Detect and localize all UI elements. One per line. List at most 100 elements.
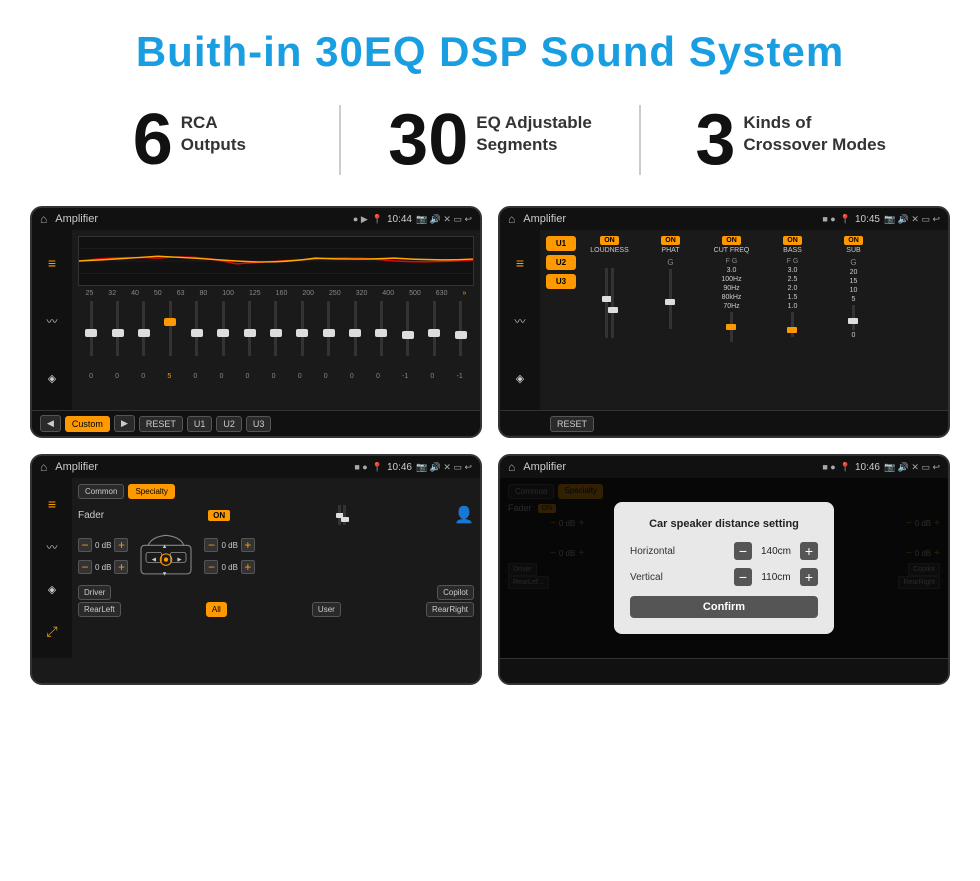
eq-values: 0 0 0 5 0 0 0 0 0 0 0 0 -1 0 -1 [78,373,474,380]
cutfreq-slider [730,312,733,342]
freq-25: 25 [86,290,94,297]
slider-thumb-3 [164,318,176,326]
front-left-ctrl: − 0 dB + [78,538,128,552]
fader-tabs: Common Specialty [78,484,474,499]
channel-cutfreq-label: CUT FREQ [714,247,750,254]
channel-loudness-toggle: ON [600,236,619,245]
rear-right-button[interactable]: RearRight [426,602,474,617]
sub-val4: 5 [852,296,856,303]
bass-f-label: F [787,258,791,265]
crossover-location-icon: 📍 [840,214,851,225]
front-right-plus[interactable]: + [241,538,255,552]
car-body-diagram: ▲ ▼ ◀ ▶ [136,531,196,581]
channel-sub: ON SUB G 20 15 10 5 0 [826,236,881,404]
preset-u3[interactable]: U3 [546,274,576,289]
slider-track-7 [274,301,277,356]
eq-val-4: 0 [193,373,197,380]
slider-thumb-5 [217,329,229,337]
driver-button[interactable]: Driver [78,585,111,600]
tab-common[interactable]: Common [78,484,124,499]
stat-crossover-number: 3 [695,104,735,176]
slider-track-12 [406,301,409,356]
eq-status-icons: 📷 🔊 ✕ ▭ ↩ [416,214,472,225]
fader-label-text: Fader [78,510,104,521]
slider-thumb-9 [323,329,335,337]
all-button[interactable]: All [206,602,227,617]
slider-thumb-0 [85,329,97,337]
crossover-channels: ON LOUDNESS [582,236,942,404]
rear-left-ctrl: − 0 dB + [78,560,128,574]
loudness-thumb-1 [602,296,612,302]
eq-graph [78,236,474,286]
dialog-horizontal-row: Horizontal − 140cm + [630,542,818,560]
bass-labels: F G [787,258,799,265]
bass-thumb [787,327,797,333]
fader-sidebar: ≡ 〰 ◈ ⤢ [32,478,72,658]
eq-reset-button[interactable]: RESET [139,416,183,432]
front-right-minus[interactable]: − [204,538,218,552]
slider-thumb-7 [270,329,282,337]
eq-location-icon: 📍 [372,214,383,225]
distance-status-bar: ⌂ Amplifier ■ ● 📍 10:46 📷 🔊 ✕ ▭ ↩ [500,456,948,478]
loudness-slider-2 [611,268,614,338]
user-button[interactable]: User [312,602,341,617]
rear-left-minus[interactable]: − [78,560,92,574]
fader-screen-card: ⌂ Amplifier ■ ● 📍 10:46 📷 🔊 ✕ ▭ ↩ ≡ 〰 ◈ … [30,454,482,685]
dialog-vertical-plus[interactable]: + [800,568,818,586]
eq-prev-button[interactable]: ◀ [40,415,61,432]
dialog-vertical-minus[interactable]: − [734,568,752,586]
rear-right-plus[interactable]: + [241,560,255,574]
cutfreq-f-label: F [726,258,730,265]
tab-specialty[interactable]: Specialty [128,484,174,499]
eq-slider-5 [222,301,225,371]
eq-controls-bar: ◀ Custom ▶ RESET U1 U2 U3 [32,410,480,436]
crossover-reset-button[interactable]: RESET [550,416,594,432]
preset-u1[interactable]: U1 [546,236,576,251]
dialog-horizontal-plus[interactable]: + [800,542,818,560]
rear-right-minus[interactable]: − [204,560,218,574]
channel-cutfreq-toggle: ON [722,236,741,245]
freq-320: 320 [356,290,368,297]
freq-40: 40 [131,290,139,297]
distance-screen-card: ⌂ Amplifier ■ ● 📍 10:46 📷 🔊 ✕ ▭ ↩ Common… [498,454,950,685]
page-title: Buith-in 30EQ DSP Sound System [0,0,980,94]
copilot-button[interactable]: Copilot [437,585,474,600]
front-left-minus[interactable]: − [78,538,92,552]
eq-u1-button[interactable]: U1 [187,416,213,432]
bass-controls: F G 3.0 2.5 2.0 1.5 1.0 [787,258,799,337]
preset-u2[interactable]: U2 [546,255,576,270]
eq-custom-button[interactable]: Custom [65,416,110,432]
fader-toggle[interactable]: ON [208,510,230,521]
bass-val4: 1.5 [788,294,798,301]
floor-buttons-row2: RearLeft All User RearRight [78,602,474,617]
channel-loudness: ON LOUDNESS [582,236,637,404]
confirm-button[interactable]: Confirm [630,596,818,618]
slider-thumb-11 [375,329,387,337]
eq-play-button[interactable]: ▶ [114,415,135,432]
channel-bass-label: BASS [783,247,802,254]
dialog-overlay: Car speaker distance setting Horizontal … [500,478,948,658]
dialog-vertical-value: 110cm [756,572,796,583]
distance-home-icon: ⌂ [508,460,515,474]
eq-slider-7 [274,301,277,371]
distance-bg: Common Specialty Fader ON Driver Copilot… [500,478,948,658]
eq-val-8: 0 [298,373,302,380]
home-icon: ⌂ [40,212,47,226]
dialog-horizontal-value: 140cm [756,546,796,557]
fader-indicators: ■ ● [354,462,367,472]
slider-thumb-8 [296,329,308,337]
rear-left-button[interactable]: RearLeft [78,602,121,617]
bass-g-label: G [793,258,798,265]
eq-u2-button[interactable]: U2 [216,416,242,432]
crossover-controls: RESET [500,410,948,435]
eq-u3-button[interactable]: U3 [246,416,272,432]
channel-phat-header: ON PHAT [661,236,680,254]
sub-val5: 0 [852,332,856,339]
front-left-plus[interactable]: + [114,538,128,552]
slider-track-5 [222,301,225,356]
rear-left-plus[interactable]: + [114,560,128,574]
dialog-horizontal-minus[interactable]: − [734,542,752,560]
slider-track-9 [327,301,330,356]
crossover-presets: U1 U2 U3 [546,236,576,404]
crossover-sidebar-icon-2: 〰 [515,313,526,329]
